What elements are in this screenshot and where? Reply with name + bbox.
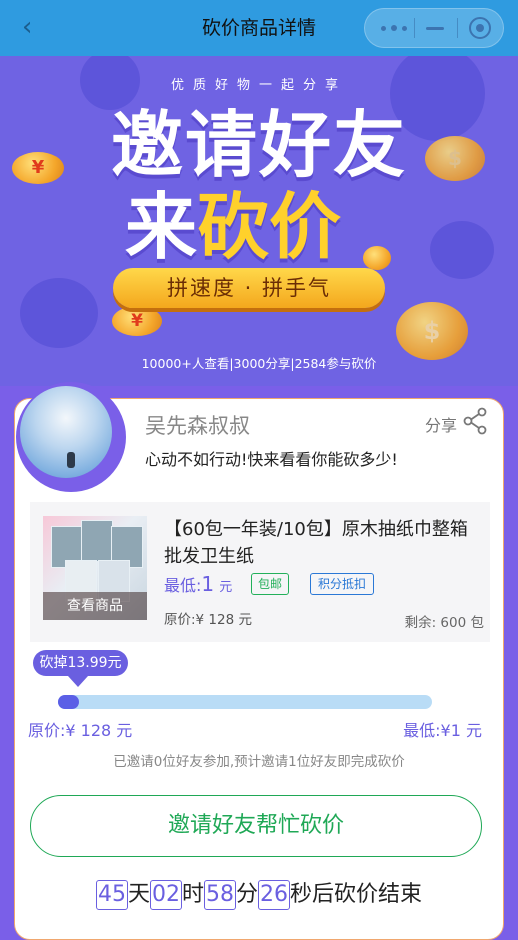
progress-end-label: 最低:¥1 元 [403,721,482,740]
countdown-end-text: 秒后砍价结束 [290,882,423,907]
banner-headline-secondary: 来砍价 [125,185,342,269]
user-slogan: 心动不如行动!快来看看你能砍多少! [145,450,398,469]
coin-icon [363,246,391,270]
countdown-seconds: 26 [258,880,291,910]
decor-blob [430,221,494,279]
free-shipping-tag: 包邮 [251,573,290,595]
view-product-label[interactable]: 查看商品 [43,592,147,620]
cut-amount-bubble: 砍掉13.99元 [33,650,128,676]
promo-banner: ¥ ¥ $ $ 优质好物一起分享 邀请好友 来砍价 拼速度 · 拼手气 1000… [0,56,518,386]
remaining-stock: 剩余: 600 包 [404,615,484,631]
minimize-icon[interactable] [426,27,444,30]
countdown-hours: 02 [149,880,182,910]
banner-stats: 10000+人查看|3000分享|2584参与砍价 [141,356,377,371]
coin-icon: $ [396,302,468,360]
countdown-timer: 45天02时58分26秒后砍价结束 [0,876,518,910]
invite-friends-button[interactable]: 邀请好友帮忙砍价 [30,795,482,857]
capsule-divider [457,18,458,38]
coin-icon: ¥ [112,306,162,336]
share-icon[interactable] [462,407,488,435]
original-price: 原价:¥ 128 元 [164,612,252,628]
product-name[interactable]: 【60包一年装/10包】原木抽纸巾整箱批发卫生纸 [164,516,484,570]
invite-progress-tip: 已邀请0位好友参加,预计邀请1位好友即完成砍价 [113,754,405,770]
capsule-divider [414,18,415,38]
decor-blob [20,278,98,348]
user-name: 吴先森叔叔 [145,414,250,438]
lowest-price: 最低:1 元 [164,572,233,596]
progress-track [58,695,432,709]
bubble-tail [68,676,88,687]
miniprogram-capsule [364,8,504,48]
share-button[interactable]: 分享 [425,412,457,436]
product-image[interactable]: 查看商品 [43,516,147,620]
progress-start-label: 原价:¥ 128 元 [28,721,133,740]
progress-fill [58,695,79,709]
countdown-days-unit: 天 [127,882,150,907]
countdown-minutes: 58 [204,880,236,910]
countdown-minutes-unit: 分 [236,882,259,907]
banner-slogan-pill: 拼速度 · 拼手气 [113,268,385,308]
avatar [20,386,112,478]
countdown-hours-unit: 时 [181,882,204,907]
countdown-days: 45 [95,880,128,910]
points-deduction-tag: 积分抵扣 [310,573,375,595]
more-icon[interactable] [381,25,407,31]
top-navigation-bar: ‹ 砍价商品详情 [0,0,518,56]
close-target-icon[interactable] [469,17,491,39]
